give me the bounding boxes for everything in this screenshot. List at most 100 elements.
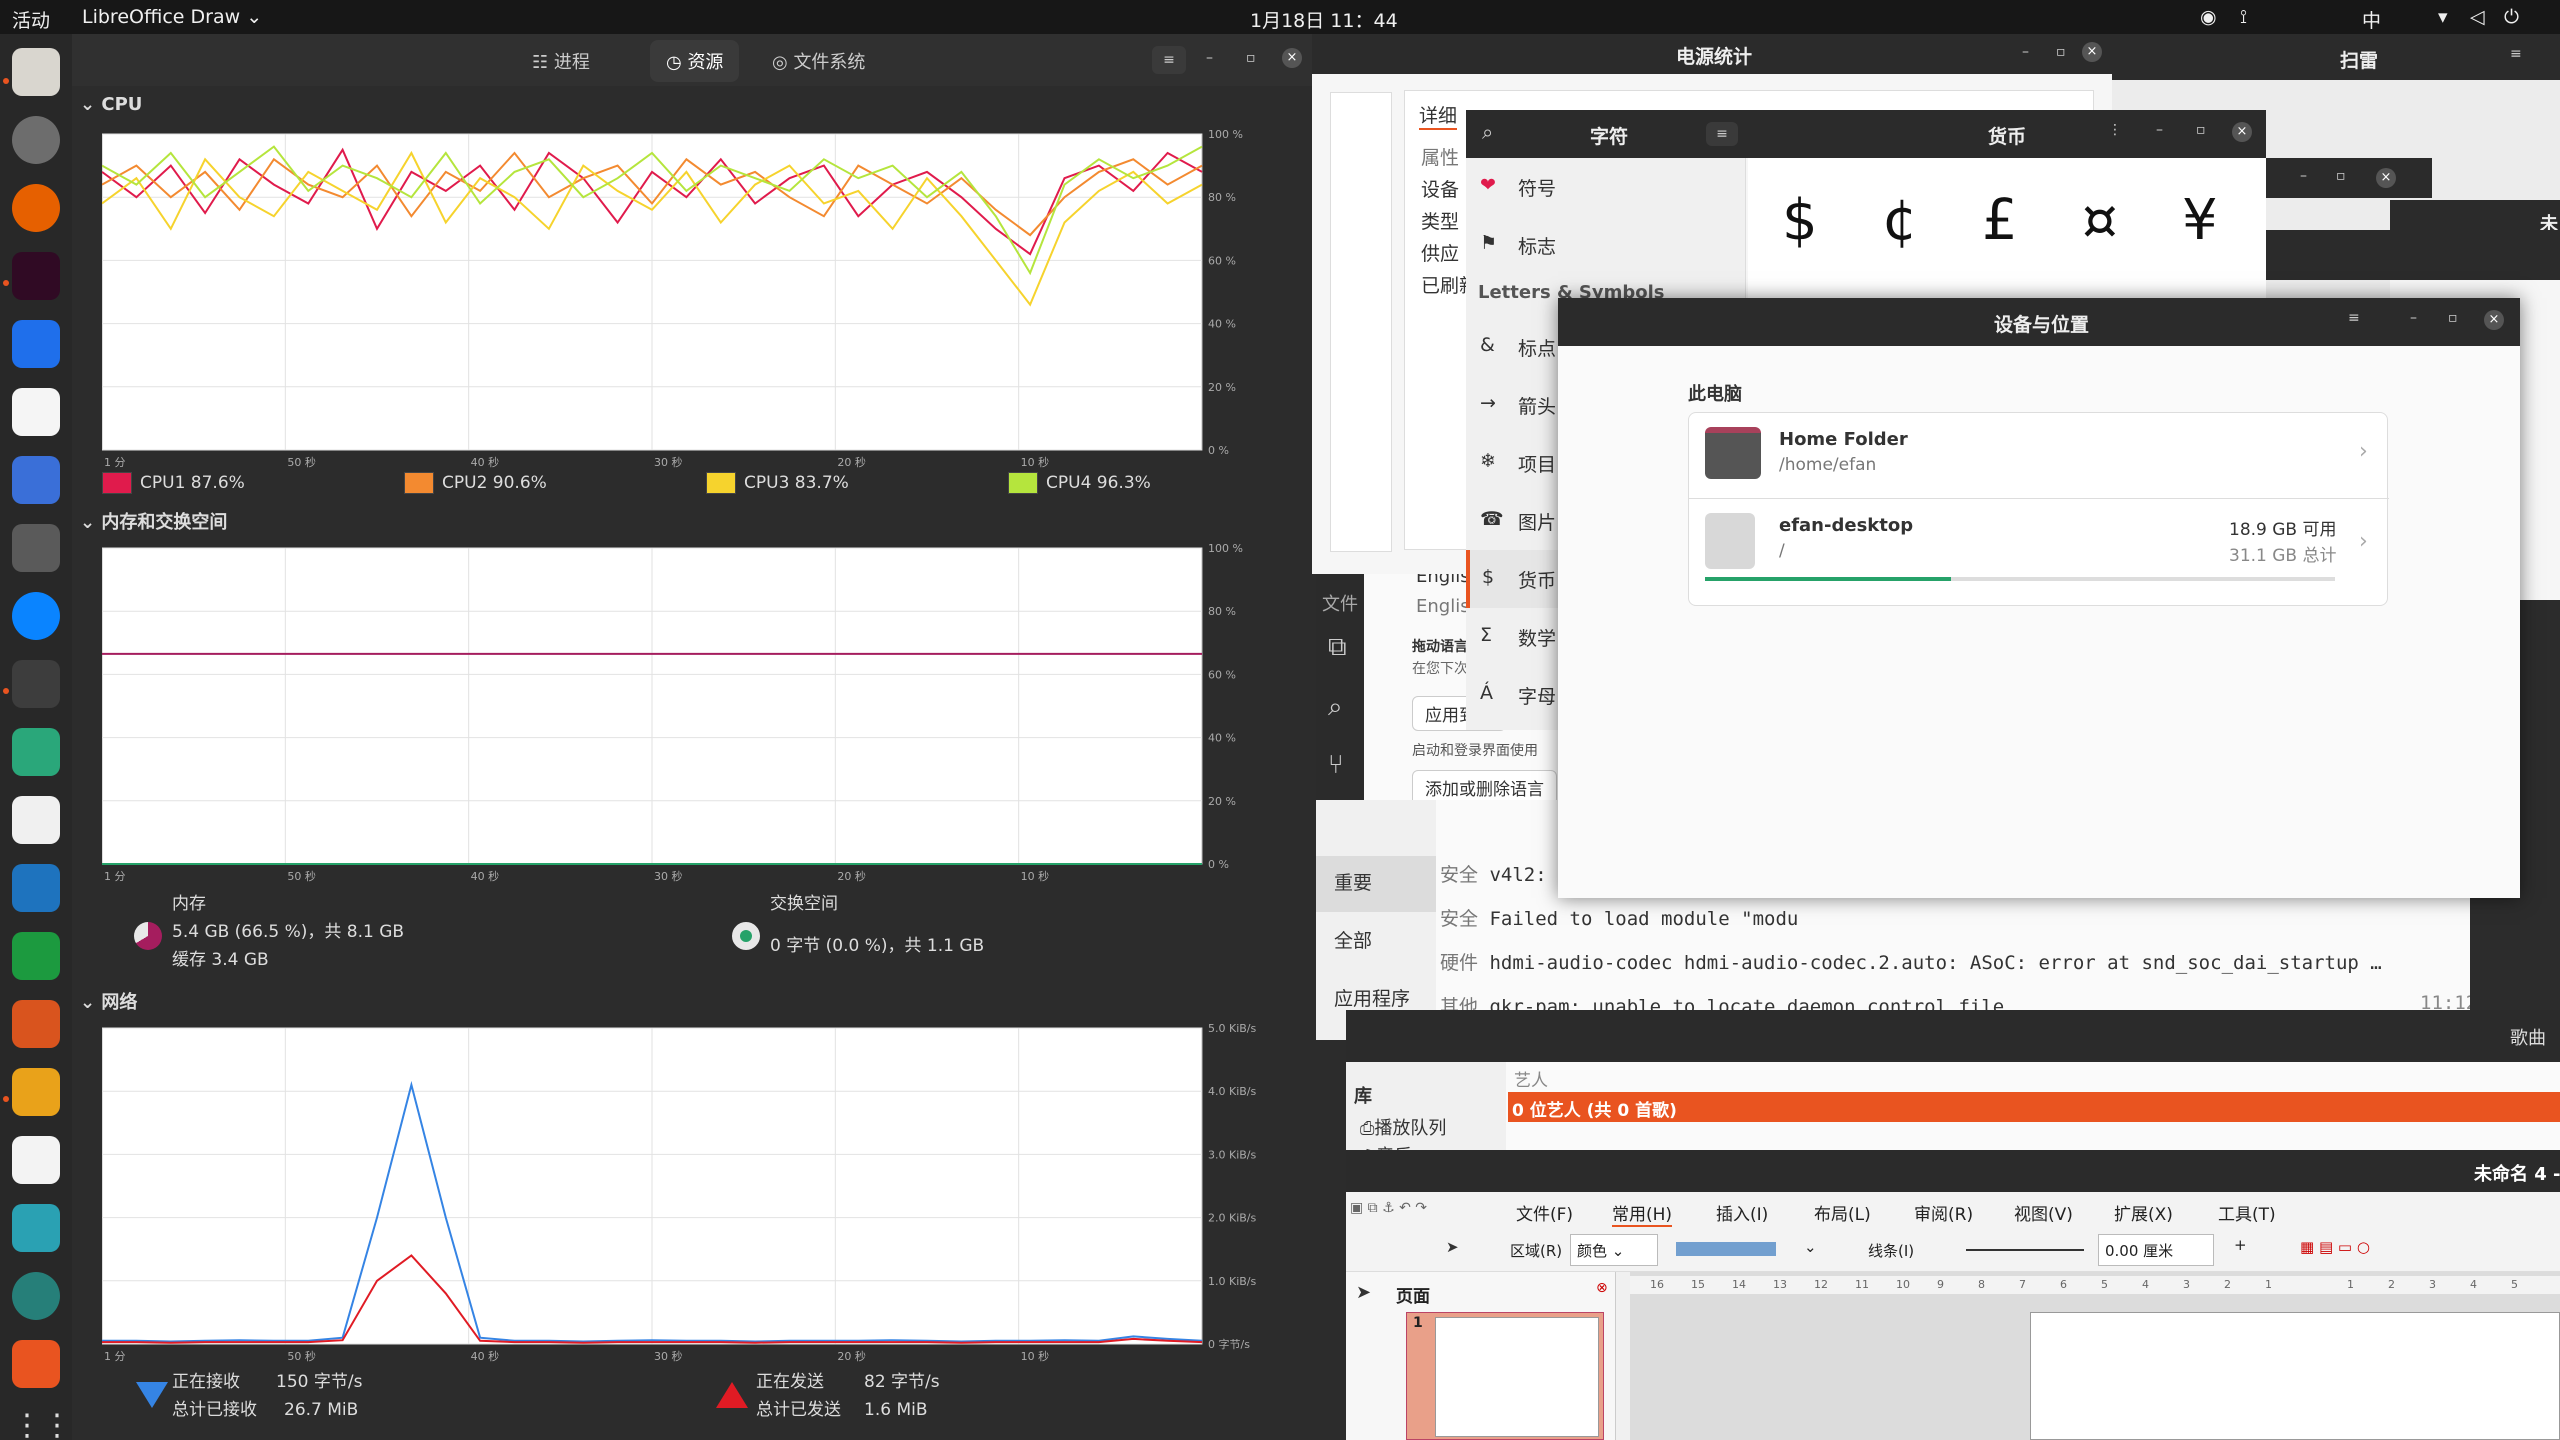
logs-tab-important[interactable]: 重要 [1316,856,1436,912]
home-folder-row[interactable]: Home Folder /home/efan › [1689,413,2389,499]
status-circle-icon[interactable]: ◉ [2200,6,2217,28]
fill-color-picker[interactable] [1676,1242,1776,1256]
add-remove-language-button[interactable]: 添加或删除语言 [1412,770,1557,800]
songs-tab[interactable]: 歌曲 [2510,1024,2546,1050]
cpu-legend-2[interactable]: CPU2 90.6% [404,472,547,494]
select-tool-icon[interactable]: ➤ [1446,1238,1459,1256]
activities-button[interactable]: 活动 [12,6,50,33]
cpu1-swatch[interactable] [102,472,132,494]
cpu3-swatch[interactable] [706,472,736,494]
power-icon[interactable]: ⏻ [2504,6,2519,28]
minimize-button[interactable]: – [2022,44,2029,60]
shape-tools[interactable]: ▦ ▤ ▭ ○ [2300,1238,2370,1256]
app-menu[interactable]: LibreOffice Draw ⌄ [82,6,262,28]
menu-button[interactable]: ≡ [1706,122,1738,146]
menu-file[interactable]: 文件(F) [1516,1200,1573,1225]
power-device-list[interactable] [1330,92,1392,552]
symbol-cell[interactable]: ¢ [1882,188,1918,253]
maximize-button[interactable]: ▫ [2336,168,2346,184]
input-method[interactable]: 中 [2362,6,2381,33]
vscode-icon[interactable] [12,320,60,368]
math-icon[interactable] [12,1136,60,1184]
fill-style-select[interactable]: 颜色 ⌄ [1570,1234,1658,1266]
symbol-cell[interactable]: ¤ [2082,188,2118,253]
terminal-icon[interactable] [12,252,60,300]
more-button[interactable]: ⋮ [2108,122,2122,138]
text-editor-icon[interactable] [12,388,60,436]
cpu2-swatch[interactable] [404,472,434,494]
settings-icon[interactable] [12,116,60,164]
swap-pie-icon[interactable] [732,922,760,950]
accessibility-icon[interactable]: ⟟ [2240,6,2247,28]
select-tool-icon[interactable]: ➤ [1356,1282,1371,1303]
efan-desktop-row[interactable]: efan-desktop / 18.9 GB 可用 31.1 GB 总计 › [1689,499,2389,607]
writer-icon[interactable] [12,864,60,912]
clock[interactable]: 1月18日 11：44 [1250,6,1398,33]
impress-icon[interactable] [12,1000,60,1048]
menu-extensions[interactable]: 扩展(X) [2114,1200,2173,1225]
area-label[interactable]: 区域(R) [1510,1240,1562,1261]
calc-sheet-icon[interactable] [12,932,60,980]
sidebar-item-symbols[interactable]: ❤ 符号 [1466,158,1745,216]
page-canvas[interactable] [2030,1312,2560,1440]
cpu-legend-4[interactable]: CPU4 96.3% [1008,472,1151,494]
menu-insert[interactable]: 插入(I) [1716,1200,1768,1225]
quick-toolbar-icons[interactable]: ▣ ⧉ ⚓ ↶ ↷ [1350,1200,1427,1216]
menu-review[interactable]: 审阅(R) [1914,1200,1973,1225]
symbol-cell[interactable]: ¥ [2182,188,2218,253]
network-section-title[interactable]: ⌄ 网络 [80,988,137,1014]
line-width-input[interactable]: 0.00 厘米 [2098,1234,2214,1266]
chevron-down-icon[interactable]: ⌄ [1804,1238,1817,1256]
calculator-icon[interactable] [12,524,60,572]
log-row[interactable]: 安全 Failed to load module "modu [1440,904,1798,931]
maximize-button[interactable]: ▫ [2056,44,2066,60]
tab-resources[interactable]: ◷ 资源 [650,40,740,82]
search-icon[interactable]: ⌕ [1482,120,1493,144]
maximize-button[interactable]: ▫ [1246,50,1256,66]
file-tab[interactable]: 文件 [1322,590,1358,616]
menu-home[interactable]: 常用(H) [1612,1200,1673,1227]
close-button[interactable]: × [2082,42,2102,62]
files-icon[interactable] [12,48,60,96]
upload-arrow-icon[interactable] [716,1382,748,1408]
minimize-button[interactable]: – [2410,310,2417,326]
menu-view[interactable]: 视图(V) [2014,1200,2073,1225]
minimize-button[interactable]: – [1206,50,1213,66]
symbol-cell[interactable]: £ [1982,188,2018,253]
wifi-icon[interactable]: ▾ [2438,6,2448,28]
screenshot-icon[interactable] [12,456,60,504]
thunderbird-icon[interactable] [12,592,60,640]
draw-icon[interactable] [12,1068,60,1116]
log-row[interactable]: 硬件 hdmi-audio-codec hdmi-audio-codec.2.a… [1440,948,2382,975]
artist-selected-row[interactable]: 0 位艺人 (共 0 首歌) [1508,1092,2560,1122]
artist-column-header[interactable]: 艺人 [1514,1066,1548,1091]
minimize-button[interactable]: – [2300,168,2307,184]
minimize-button[interactable]: – [2156,122,2163,138]
remote-icon[interactable] [12,1272,60,1320]
log-row[interactable]: 安全 v4l2: [1440,860,1547,887]
close-button[interactable]: × [1282,48,1302,68]
tab-filesystems[interactable]: ◎ 文件系统 [772,48,865,74]
memory-pie-icon[interactable] [134,922,162,950]
copy-icon[interactable]: ⧉ [1328,632,1347,663]
menu-layout[interactable]: 布局(L) [1814,1200,1871,1225]
cpu-section-title[interactable]: ⌄ CPU [80,94,142,115]
close-icon[interactable]: ⊗ [1596,1280,1608,1296]
maximize-button[interactable]: ▫ [2196,122,2206,138]
line-label[interactable]: 线条(I) [1868,1240,1914,1261]
show-apps-icon[interactable]: ⋮⋮ [12,1408,72,1440]
menu-button[interactable]: ≡ [2510,46,2522,62]
page-thumbnail[interactable]: 1 [1406,1312,1604,1440]
cpu-legend-3[interactable]: CPU3 83.7% [706,472,849,494]
git-icon[interactable]: ⑂ [1328,750,1344,780]
cpu-legend-1[interactable]: CPU1 87.6% [102,472,245,494]
tab-details[interactable]: 详细 [1419,101,1458,130]
blank-doc-icon[interactable] [12,796,60,844]
sidebar-item-flags[interactable]: ⚑ 标志 [1466,216,1745,274]
symbol-cell[interactable]: $ [1782,188,1818,253]
calendar-icon[interactable] [12,1204,60,1252]
system-monitor-icon[interactable] [12,660,60,708]
line-style[interactable] [1966,1249,2084,1251]
menu-tools[interactable]: 工具(T) [2218,1200,2276,1225]
cpu4-swatch[interactable] [1008,472,1038,494]
